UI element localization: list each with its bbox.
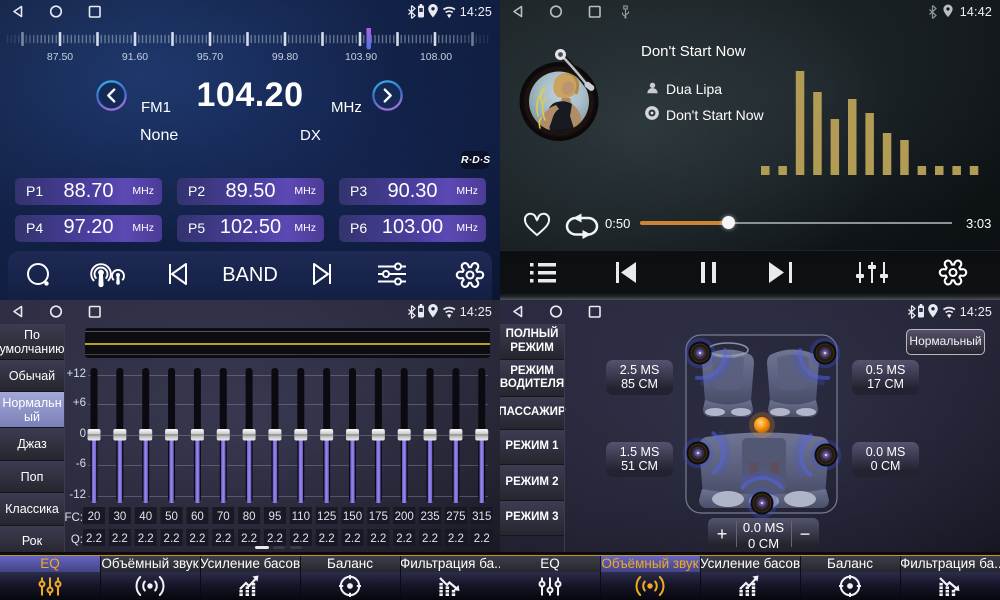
svg-text:110: 110 xyxy=(292,511,310,523)
svg-text:2.2: 2.2 xyxy=(215,533,231,545)
svg-text:2.2: 2.2 xyxy=(370,533,386,545)
svg-text:315: 315 xyxy=(472,511,491,523)
svg-text:2.2: 2.2 xyxy=(319,533,335,545)
svg-text:FC:: FC: xyxy=(64,512,83,524)
svg-text:BAND: BAND xyxy=(222,264,278,286)
svg-text:2.2: 2.2 xyxy=(293,533,309,545)
svg-text:70: 70 xyxy=(217,511,230,523)
svg-text:2.2: 2.2 xyxy=(164,533,180,545)
svg-text:2.2: 2.2 xyxy=(396,533,412,545)
svg-text:50: 50 xyxy=(165,511,178,523)
svg-text:2.2: 2.2 xyxy=(422,533,438,545)
svg-text:200: 200 xyxy=(395,511,414,523)
svg-text:125: 125 xyxy=(317,511,336,523)
svg-text:150: 150 xyxy=(343,511,362,523)
svg-text:175: 175 xyxy=(369,511,388,523)
svg-text:2.2: 2.2 xyxy=(189,533,205,545)
svg-text:Q:: Q: xyxy=(71,534,83,546)
svg-text:40: 40 xyxy=(139,511,152,523)
svg-text:2.2: 2.2 xyxy=(474,533,490,545)
svg-text:2.2: 2.2 xyxy=(448,533,464,545)
svg-text:2.2: 2.2 xyxy=(86,533,102,545)
svg-text:2.2: 2.2 xyxy=(267,533,283,545)
svg-text:2.2: 2.2 xyxy=(241,533,257,545)
svg-text:60: 60 xyxy=(191,511,204,523)
svg-text:95: 95 xyxy=(269,511,282,523)
svg-text:30: 30 xyxy=(113,511,126,523)
svg-text:235: 235 xyxy=(420,511,439,523)
svg-text:20: 20 xyxy=(88,511,101,523)
svg-text:80: 80 xyxy=(243,511,256,523)
svg-text:2.2: 2.2 xyxy=(112,533,128,545)
svg-text:2.2: 2.2 xyxy=(345,533,361,545)
svg-text:2.2: 2.2 xyxy=(138,533,154,545)
svg-text:275: 275 xyxy=(446,511,465,523)
